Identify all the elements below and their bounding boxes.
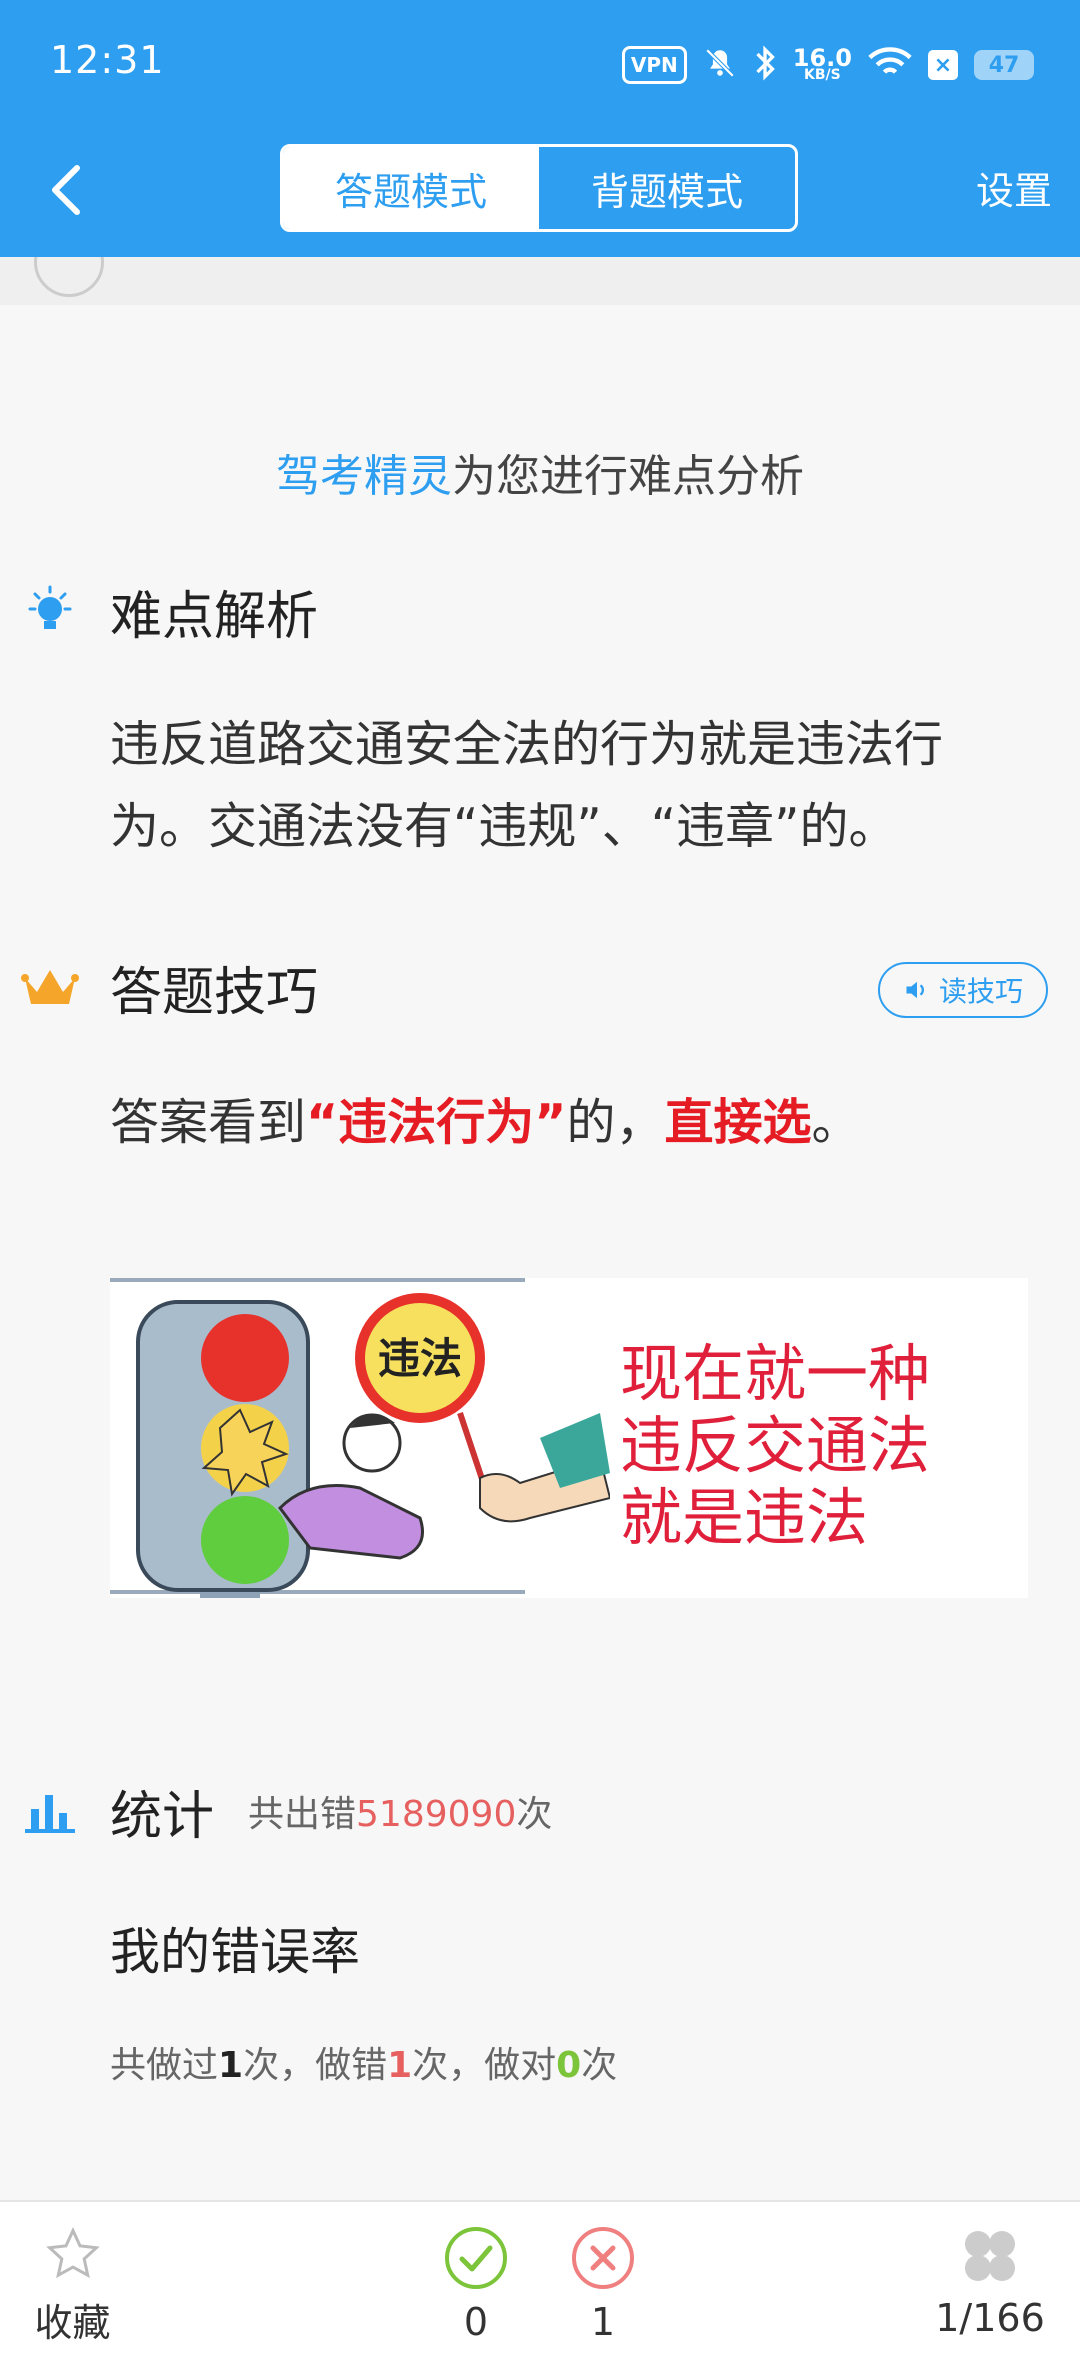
- illustration-slogan: 现在就一种 违反交通法 就是违法: [620, 1337, 931, 1554]
- mute-bell-icon: [703, 46, 737, 84]
- top-app-bar: 12:31 VPN 16.0 KB/S × 47 答题模式 背题模式 设置: [0, 0, 1080, 257]
- wrong-count[interactable]: 1: [571, 2226, 635, 2344]
- vpn-icon: VPN: [621, 46, 687, 84]
- status-bar: 12:31 VPN 16.0 KB/S × 47: [0, 0, 1080, 125]
- tab-answer-mode[interactable]: 答题模式: [283, 147, 539, 229]
- back-button[interactable]: [45, 160, 85, 220]
- total-errors: 共出错5189090次: [248, 1794, 553, 1835]
- tips-heading-label: 答题技巧: [110, 962, 319, 1023]
- question-index-button[interactable]: 1/166: [930, 2226, 1050, 2340]
- crown-icon: [20, 957, 80, 1017]
- grid-clover-icon: [965, 2231, 1015, 2281]
- tips-illustration: 违法 现在就一种 违反交通法 就是违法: [110, 1278, 1028, 1598]
- lightbulb-icon: [20, 581, 80, 641]
- battery-icon: 47: [974, 50, 1034, 80]
- chevron-left-icon: [52, 165, 80, 215]
- brand-name: 驾考精灵: [276, 451, 452, 502]
- cross-circle-icon: [572, 2227, 634, 2289]
- bluetooth-icon: [753, 45, 777, 85]
- status-icons: VPN 16.0 KB/S × 47: [621, 40, 1034, 90]
- stats-heading-label: 统计: [110, 1786, 215, 1847]
- wifi-icon: [868, 46, 912, 84]
- mode-switch: 答题模式 背题模式: [280, 144, 798, 232]
- analysis-title: 驾考精灵为您进行难点分析: [276, 451, 804, 502]
- status-time: 12:31: [50, 38, 165, 82]
- collapsed-header-strip: [0, 257, 1080, 305]
- favorite-button[interactable]: 收藏: [30, 2226, 115, 2347]
- difficulty-heading: 难点解析: [20, 576, 319, 647]
- settings-button[interactable]: 设置: [976, 160, 1052, 215]
- bar-chart-icon: [20, 1781, 80, 1841]
- difficulty-text: 违反道路交通安全法的行为就是违法行为。交通法没有“违规”、“违章”的。: [110, 716, 944, 855]
- tab-memorize-mode[interactable]: 背题模式: [539, 147, 795, 229]
- tips-text: 答案看到“违法行为”的，直接选。: [110, 1094, 861, 1151]
- traffic-light-illustration: 违法: [110, 1278, 610, 1598]
- violation-sign-text: 违法: [378, 1334, 462, 1383]
- star-icon: [45, 2227, 100, 2279]
- notification-x-icon: ×: [928, 50, 958, 80]
- difficulty-heading-label: 难点解析: [110, 586, 319, 647]
- stats-heading: 统计 共出错5189090次: [20, 1776, 553, 1847]
- my-error-rate-detail: 共做过1次，做错1次，做对0次: [110, 2045, 618, 2086]
- my-error-rate-title: 我的错误率: [110, 1923, 360, 1981]
- avatar-circle: [34, 257, 104, 297]
- correct-count[interactable]: 0: [444, 2226, 508, 2344]
- check-circle-icon: [445, 2227, 507, 2289]
- tips-heading: 答题技巧: [20, 952, 319, 1023]
- network-speed: 16.0 KB/S: [792, 44, 852, 83]
- bottom-toolbar: 收藏 0 1 1/166: [0, 2200, 1080, 2378]
- read-tips-button[interactable]: 读技巧: [878, 962, 1048, 1018]
- speaker-icon: [906, 981, 924, 999]
